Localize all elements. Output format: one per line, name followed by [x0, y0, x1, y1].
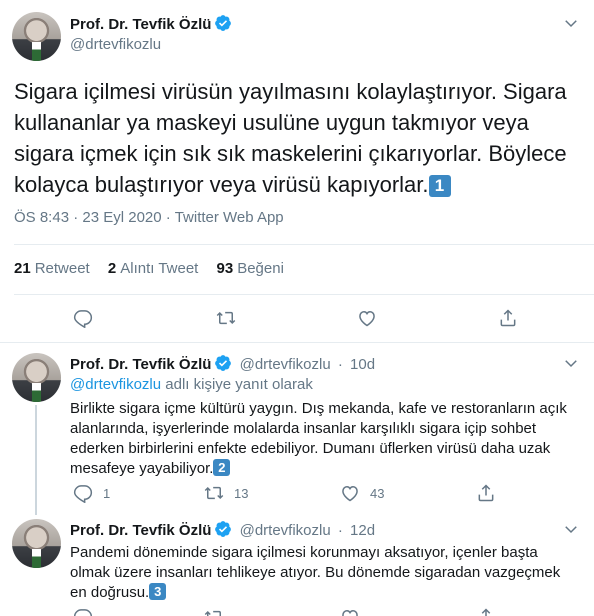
- chevron-down-icon[interactable]: [562, 520, 580, 538]
- like-icon: [342, 609, 358, 616]
- tweet-body: Pandemi döneminde sigara içilmesi korunm…: [70, 544, 561, 601]
- share-button[interactable]: [498, 308, 518, 328]
- avatar[interactable]: [12, 12, 61, 61]
- like-count: 43: [370, 485, 385, 501]
- meta-dot: ·: [337, 522, 343, 539]
- like-icon: [342, 485, 358, 502]
- verified-badge-icon: [215, 355, 232, 371]
- tweet-text: Pandemi döneminde sigara içilmesi korunm…: [70, 543, 570, 603]
- like-button[interactable]: [357, 308, 377, 328]
- retweet-icon: [216, 311, 236, 325]
- author-name[interactable]: Prof. Dr. Tevfik Özlü: [70, 16, 211, 33]
- divider: [14, 244, 594, 245]
- author-name[interactable]: Prof. Dr. Tevfik Özlü: [70, 522, 211, 539]
- likes-count: 93: [216, 260, 234, 277]
- retweet-button[interactable]: [216, 308, 236, 328]
- like-button[interactable]: 43: [340, 483, 384, 503]
- quotes-count: 2: [107, 260, 117, 277]
- retweets-label: Retweet: [34, 260, 90, 277]
- tweet-text: Sigara içilmesi virüsün yayılmasını kola…: [14, 76, 584, 200]
- likes-stat[interactable]: 93 Beğeni: [217, 260, 284, 277]
- share-button[interactable]: [476, 483, 496, 503]
- chevron-down-icon[interactable]: [562, 354, 580, 372]
- reply-header: Prof. Dr. Tevfik Özlü @drtevfikozlu · 10…: [70, 354, 375, 373]
- reply-icon: [73, 485, 93, 503]
- reply-button[interactable]: [73, 308, 93, 328]
- tweet-date[interactable]: 23 Eyl 2020: [82, 209, 161, 226]
- tweet-time[interactable]: ÖS 8:43: [14, 209, 69, 226]
- thread-connector: [35, 405, 37, 515]
- tweet-body: Sigara içilmesi virüsün yayılmasını kola…: [14, 79, 567, 197]
- reply-button[interactable]: 1: [73, 483, 110, 503]
- retweets-count: 21: [14, 260, 31, 277]
- like-button[interactable]: [340, 607, 360, 616]
- author-name-row[interactable]: Prof. Dr. Tevfik Özlü: [70, 14, 232, 34]
- retweet-button[interactable]: 13: [204, 483, 248, 503]
- author-name[interactable]: Prof. Dr. Tevfik Özlü: [70, 356, 211, 373]
- retweet-icon: [204, 486, 224, 500]
- divider: [14, 294, 594, 295]
- likes-label: Beğeni: [237, 260, 284, 277]
- replying-to: @drtevfikozlu adlı kişiye yanıt olarak: [70, 376, 313, 393]
- replying-to-suffix: adlı kişiye yanıt olarak: [161, 376, 313, 393]
- share-icon: [500, 309, 516, 327]
- share-icon: [481, 608, 491, 616]
- keycap-number-badge: 1: [428, 175, 451, 197]
- author-handle[interactable]: @drtevfikozlu: [240, 522, 331, 539]
- share-button[interactable]: [476, 607, 496, 616]
- tweet-stats: 21 Retweet 2 Alıntı Tweet 93 Beğeni: [14, 260, 298, 277]
- chevron-down-icon[interactable]: [562, 14, 580, 32]
- tweet-body: Birlikte sigara içme kültürü yaygın. Dış…: [70, 400, 567, 477]
- tweet-text: Birlikte sigara içme kültürü yaygın. Dış…: [70, 399, 570, 479]
- reply-button[interactable]: [73, 607, 93, 616]
- reply-icon: [73, 609, 93, 616]
- keycap-number-badge: 3: [149, 583, 167, 600]
- tweet-age[interactable]: 12d: [350, 522, 375, 539]
- avatar[interactable]: [12, 353, 61, 402]
- retweet-count: 13: [234, 485, 249, 501]
- meta-separator: ·: [161, 209, 175, 226]
- like-icon: [359, 310, 375, 327]
- keycap-number-badge: 2: [213, 459, 231, 476]
- author-handle[interactable]: @drtevfikozlu: [240, 356, 331, 373]
- retweet-button[interactable]: [204, 607, 224, 616]
- tweet-source[interactable]: Twitter Web App: [175, 209, 284, 226]
- tweet-meta: ÖS 8:43 · 23 Eyl 2020 · Twitter Web App: [14, 209, 284, 226]
- verified-badge-icon: [215, 15, 232, 31]
- reply-header: Prof. Dr. Tevfik Özlü @drtevfikozlu · 12…: [70, 520, 375, 539]
- reply-count: 1: [103, 485, 111, 501]
- quotes-label: Alıntı Tweet: [120, 260, 199, 277]
- quotes-stat[interactable]: 2 Alıntı Tweet: [108, 260, 198, 277]
- reply-icon: [73, 310, 93, 328]
- retweets-stat[interactable]: 21 Retweet: [14, 260, 90, 277]
- avatar[interactable]: [12, 519, 61, 568]
- tweet-age[interactable]: 10d: [350, 356, 375, 373]
- replying-to-handle[interactable]: @drtevfikozlu: [70, 376, 161, 393]
- verified-badge-icon: [215, 521, 232, 537]
- divider: [0, 342, 594, 343]
- retweet-icon: [204, 610, 221, 616]
- meta-dot: ·: [337, 356, 343, 373]
- share-icon: [478, 484, 494, 502]
- meta-separator: ·: [69, 209, 83, 226]
- author-handle[interactable]: @drtevfikozlu: [70, 36, 161, 53]
